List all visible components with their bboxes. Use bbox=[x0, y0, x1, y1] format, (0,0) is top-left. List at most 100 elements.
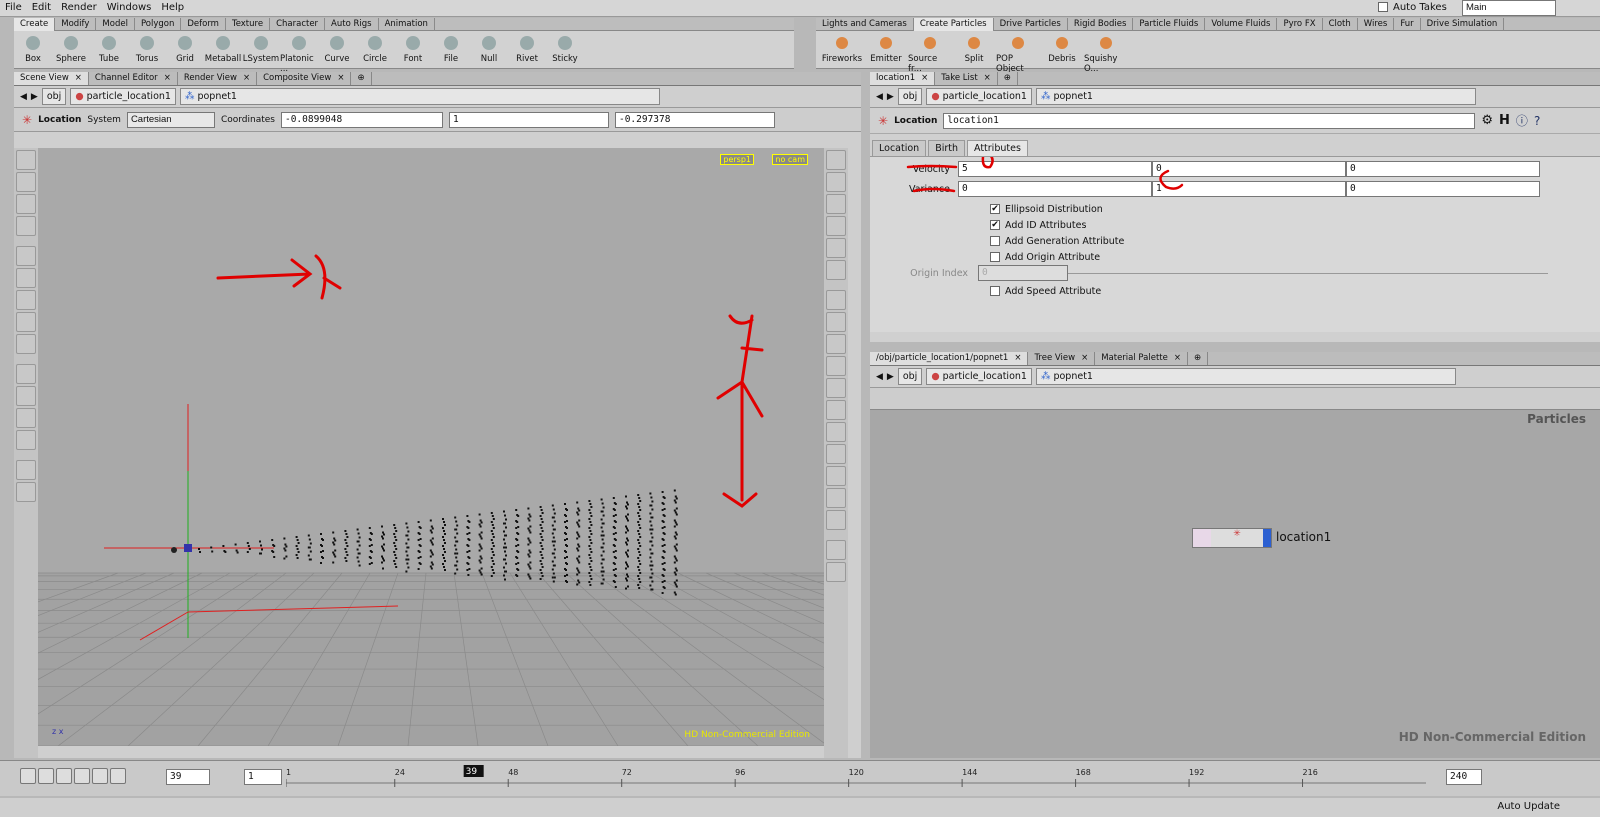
coord-y-field[interactable]: 1 bbox=[448, 111, 609, 128]
shelf-tab-modify[interactable]: Modify bbox=[55, 18, 97, 31]
net-path-net[interactable]: ⁂ popnet1 bbox=[1035, 368, 1456, 385]
close-tab-icon[interactable]: × bbox=[337, 73, 344, 84]
brush-tool-icon[interactable] bbox=[16, 216, 36, 236]
add-tab-icon[interactable]: ⊕ bbox=[351, 72, 372, 85]
shelf-tab-pyro-fx[interactable]: Pyro FX bbox=[1277, 18, 1323, 31]
node-name-field[interactable]: location1 bbox=[943, 112, 1476, 129]
shelf-tool-metaball[interactable]: Metaball bbox=[204, 33, 242, 74]
paint-tool-icon[interactable] bbox=[16, 172, 36, 192]
shelf-tab-cloth[interactable]: Cloth bbox=[1323, 18, 1358, 31]
param-path-node[interactable]: ● particle_location1 bbox=[926, 88, 1032, 105]
shelf-tab-fur[interactable]: Fur bbox=[1394, 18, 1421, 31]
shelf-tool-sphere[interactable]: Sphere bbox=[52, 33, 90, 74]
checkbox[interactable] bbox=[990, 252, 1000, 262]
info-icon[interactable]: ⓘ bbox=[1516, 112, 1528, 129]
magnet-tool-2-icon[interactable] bbox=[16, 386, 36, 406]
shelf-tab-wires[interactable]: Wires bbox=[1358, 18, 1395, 31]
menu-windows[interactable]: Windows bbox=[102, 0, 157, 15]
location-node[interactable]: ✳ bbox=[1192, 528, 1272, 548]
pane-tab[interactable]: /obj/particle_location1/popnet1 × bbox=[870, 352, 1029, 365]
edge-display-icon[interactable] bbox=[826, 378, 846, 398]
render-tool-icon[interactable] bbox=[16, 482, 36, 502]
shelf-tab-drive-particles[interactable]: Drive Particles bbox=[994, 18, 1068, 31]
shelf-tool-fireworks[interactable]: Fireworks bbox=[820, 33, 864, 74]
close-tab-icon[interactable]: × bbox=[243, 73, 250, 84]
path-net[interactable]: ⁂ popnet1 bbox=[179, 88, 660, 105]
close-tab-icon[interactable]: × bbox=[1014, 353, 1021, 364]
shelf-tab-polygon[interactable]: Polygon bbox=[135, 18, 182, 31]
scale-tool-icon[interactable] bbox=[16, 312, 36, 332]
menu-render[interactable]: Render bbox=[56, 0, 102, 15]
rotate-tool-icon[interactable] bbox=[16, 290, 36, 310]
param-back-icon[interactable]: ◀ bbox=[876, 92, 883, 102]
close-tab-icon[interactable]: × bbox=[1174, 353, 1181, 364]
add-tab-icon[interactable]: ⊕ bbox=[1188, 352, 1209, 365]
play-icon[interactable] bbox=[92, 768, 108, 784]
curve-display-icon[interactable] bbox=[826, 400, 846, 420]
speed-checkbox[interactable] bbox=[990, 286, 1000, 296]
add-tab-icon[interactable]: ⊕ bbox=[998, 72, 1018, 85]
shelf-tab-animation[interactable]: Animation bbox=[379, 18, 435, 31]
shelf-tab-character[interactable]: Character bbox=[270, 18, 326, 31]
shelf-tool-sticky[interactable]: Sticky bbox=[546, 33, 584, 74]
param-path-net[interactable]: ⁂ popnet1 bbox=[1035, 88, 1476, 105]
pane-tab[interactable]: Channel Editor × bbox=[89, 72, 178, 85]
layout-icon[interactable] bbox=[826, 540, 846, 560]
close-tab-icon[interactable]: × bbox=[984, 73, 991, 84]
emitter-handle[interactable] bbox=[184, 544, 192, 552]
jump-end-icon[interactable] bbox=[110, 768, 126, 784]
desktop-select[interactable]: Main bbox=[1462, 0, 1556, 16]
magnet-tool-icon[interactable] bbox=[16, 364, 36, 384]
pane-tab[interactable]: location1 × bbox=[870, 72, 936, 85]
net-back-icon[interactable]: ◀ bbox=[876, 372, 883, 382]
eye-icon[interactable] bbox=[826, 260, 846, 280]
gear-icon[interactable]: ⚙ bbox=[1481, 113, 1493, 128]
menu-edit[interactable]: Edit bbox=[27, 0, 56, 15]
start-frame-field[interactable]: 1 bbox=[244, 769, 282, 785]
shelf-tool-file[interactable]: File bbox=[432, 33, 470, 74]
shelf-tab-volume-fluids[interactable]: Volume Fluids bbox=[1205, 18, 1278, 31]
pane-tab[interactable]: Scene View × bbox=[14, 72, 89, 85]
arrow-tool-icon[interactable] bbox=[16, 246, 36, 266]
view-tool-icon[interactable] bbox=[826, 150, 846, 170]
shelf-tool-platonic[interactable]: Platonic ... bbox=[280, 33, 318, 74]
handle-tool-icon[interactable] bbox=[16, 334, 36, 354]
close-tab-icon[interactable]: × bbox=[1081, 353, 1088, 364]
persp-camera-button[interactable]: persp1 bbox=[720, 154, 754, 165]
paint-display-icon[interactable] bbox=[826, 444, 846, 464]
shelf-tool-tube[interactable]: Tube bbox=[90, 33, 128, 74]
shelf-tab-model[interactable]: Model bbox=[96, 18, 135, 31]
shelf-tool-popobject[interactable]: POP Object bbox=[996, 33, 1040, 74]
system-select[interactable]: Cartesian bbox=[126, 111, 215, 128]
snapshot-icon[interactable] bbox=[826, 562, 846, 582]
shelf-tool-box[interactable]: Box bbox=[14, 33, 52, 74]
camera-tool-icon[interactable] bbox=[16, 460, 36, 480]
no-cam-button[interactable]: no cam bbox=[772, 154, 808, 165]
help-icon[interactable]: ? bbox=[1534, 114, 1540, 128]
shelf-tool-rivet[interactable]: Rivet bbox=[508, 33, 546, 74]
end-frame-field[interactable]: 240 bbox=[1446, 769, 1482, 785]
pane-tab[interactable]: Take List × bbox=[935, 72, 998, 85]
coord-z-field[interactable]: -0.297378 bbox=[614, 111, 775, 128]
light-icon[interactable] bbox=[826, 194, 846, 214]
shelf-tool-squishyo[interactable]: Squishy O... bbox=[1084, 33, 1128, 74]
subtab-location[interactable]: Location bbox=[872, 140, 927, 156]
auto-takes-toggle[interactable]: Auto Takes bbox=[1378, 2, 1447, 13]
frame-display-icon[interactable] bbox=[826, 422, 846, 442]
shelf-tab-drive-simulation[interactable]: Drive Simulation bbox=[1421, 18, 1505, 31]
close-tab-icon[interactable]: × bbox=[164, 73, 171, 84]
translate-tool-icon[interactable] bbox=[16, 268, 36, 288]
checkbox[interactable] bbox=[990, 236, 1000, 246]
points-tool-icon[interactable] bbox=[16, 194, 36, 214]
auto-update-select[interactable]: Auto Update bbox=[1497, 801, 1560, 812]
shelf-tool-font[interactable]: Font bbox=[394, 33, 432, 74]
close-tab-icon[interactable]: × bbox=[75, 73, 82, 84]
auto-takes-checkbox[interactable] bbox=[1378, 2, 1388, 12]
shelf-tab-create[interactable]: Create bbox=[14, 18, 56, 31]
houdini-h-icon[interactable]: H bbox=[1499, 113, 1510, 128]
coord-x-field[interactable]: -0.0899048 bbox=[280, 111, 443, 128]
shelf-tab-deform[interactable]: Deform bbox=[181, 18, 226, 31]
shelf-tool-debris[interactable]: Debris bbox=[1040, 33, 1084, 74]
close-tab-icon[interactable]: × bbox=[921, 73, 928, 84]
shelf-tool-emitter[interactable]: Emitter bbox=[864, 33, 908, 74]
